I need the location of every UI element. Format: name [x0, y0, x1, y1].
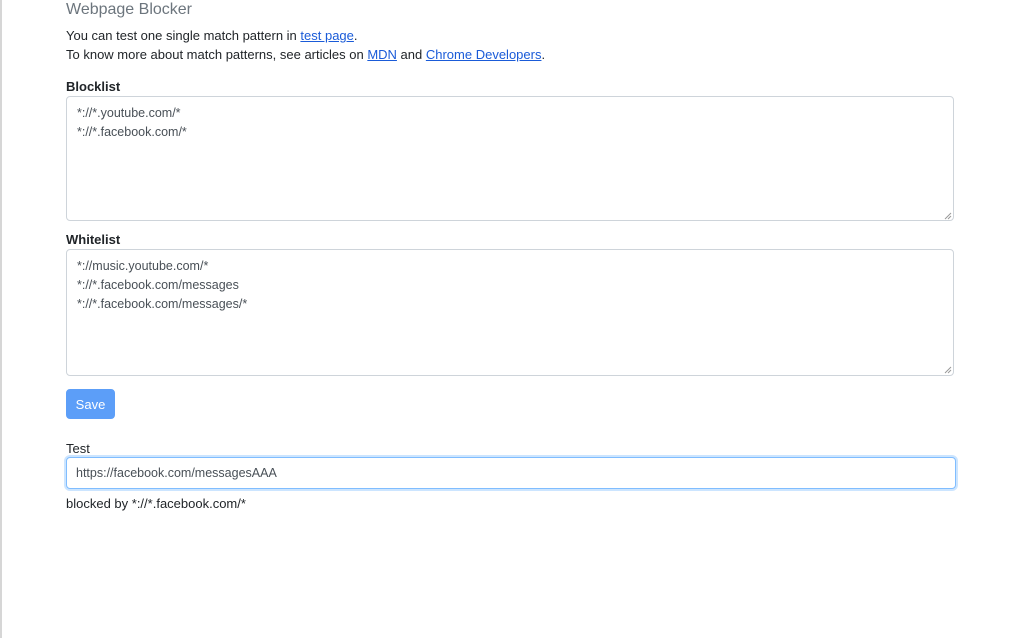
- test-page-link[interactable]: test page: [300, 28, 354, 43]
- intro-line-2-prefix: To know more about match patterns, see a…: [66, 47, 368, 62]
- intro-line-1-suffix: .: [353, 28, 358, 43]
- blocklist-label: Blocklist: [66, 79, 121, 94]
- intro-line-1-prefix: You can test one single match pattern in: [66, 28, 301, 43]
- intro-line-2: To know more about match patterns, see a…: [66, 45, 545, 64]
- whitelist-textarea[interactable]: *://music.youtube.com/* *://*.facebook.c…: [66, 249, 954, 376]
- page-title: Webpage Blocker: [66, 1, 192, 18]
- test-url-input[interactable]: [66, 457, 956, 489]
- mdn-link[interactable]: MDN: [367, 47, 397, 62]
- intro-line-1: You can test one single match pattern in…: [66, 26, 545, 45]
- intro-line-2-suffix: .: [541, 47, 546, 62]
- save-button[interactable]: Save: [66, 389, 115, 419]
- blocklist-textarea[interactable]: *://*.youtube.com/* *://*.facebook.com/*: [66, 96, 954, 221]
- test-label: Test: [66, 441, 90, 456]
- chrome-developers-link[interactable]: Chrome Developers: [426, 47, 542, 62]
- window-left-border: [0, 0, 2, 638]
- intro-line-2-middle: and: [396, 47, 426, 62]
- test-result-text: blocked by *://*.facebook.com/*: [66, 496, 246, 511]
- whitelist-label: Whitelist: [66, 232, 121, 247]
- intro-text: You can test one single match pattern in…: [66, 26, 545, 64]
